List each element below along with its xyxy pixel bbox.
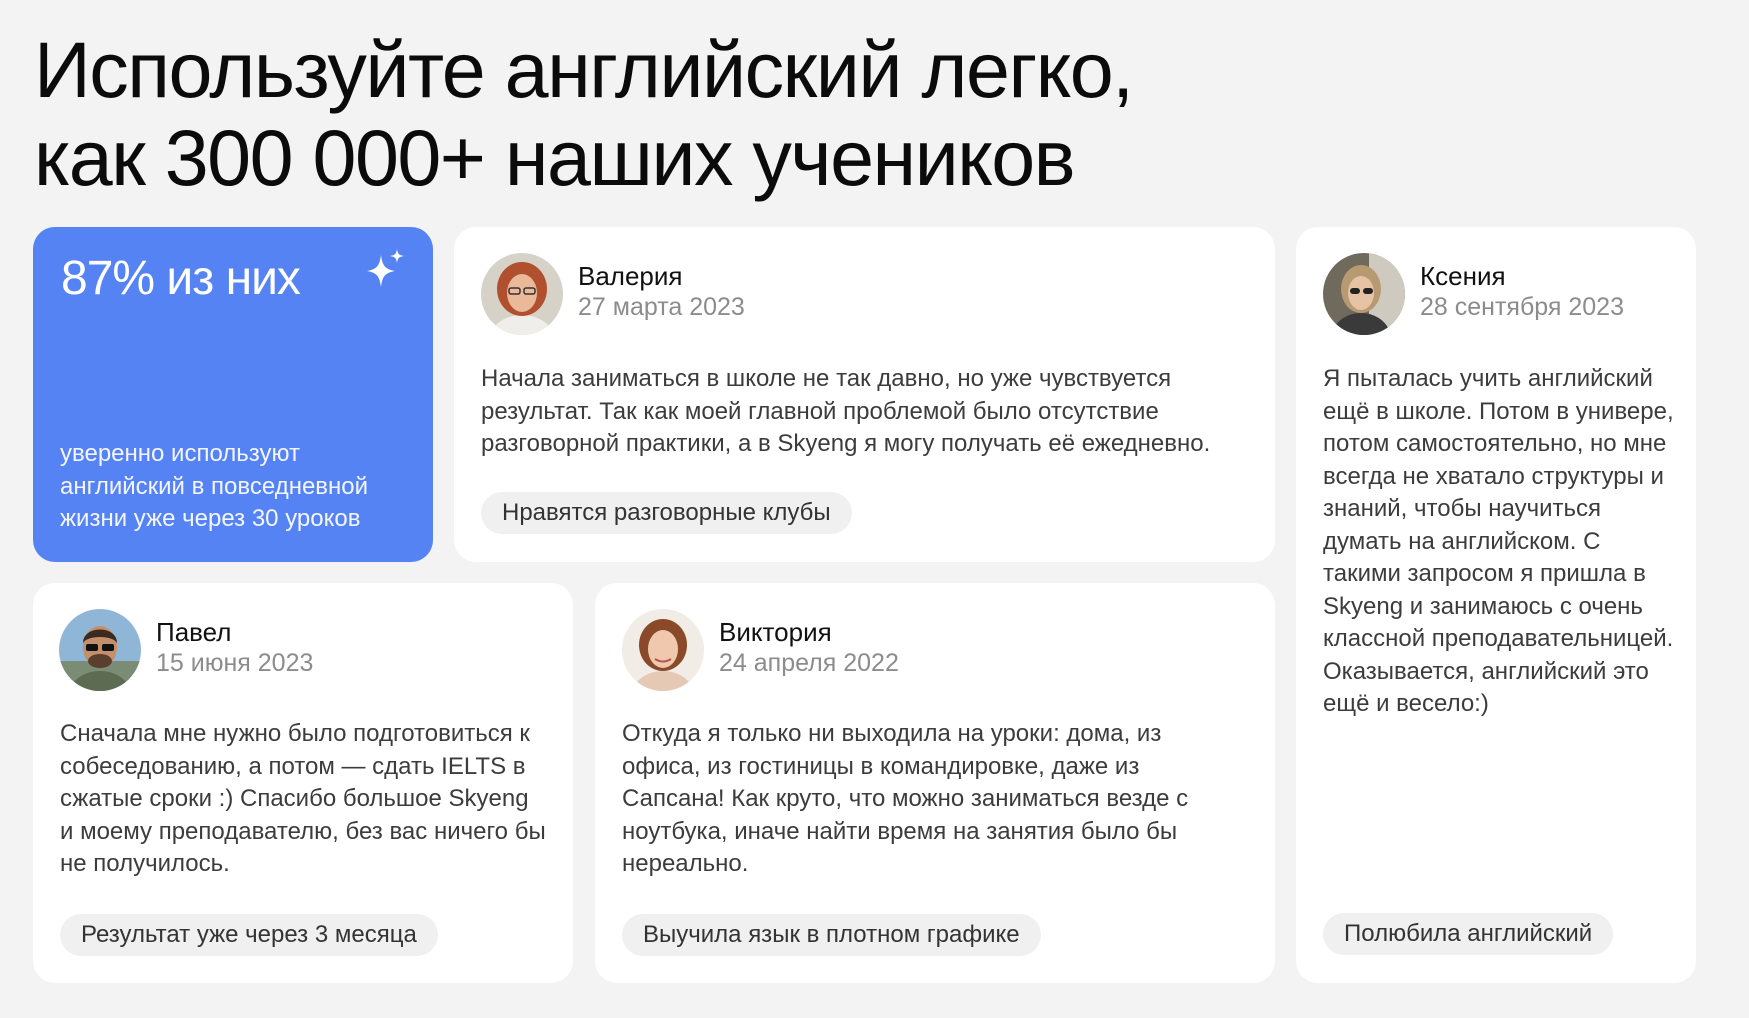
review-card-pavel: Павел 15 июня 2023 Сначала мне нужно был…: [33, 583, 573, 983]
review-text: Откуда я только ни выходила на уроки: до…: [622, 720, 1189, 877]
stat-headline: 87% из них: [61, 252, 301, 305]
review-tag: Нравятся разговорные клубы: [481, 492, 852, 534]
page-title: Используйте английский легко, как 300 00…: [34, 26, 1334, 202]
review-tag: Полюбила английский: [1323, 913, 1614, 955]
review-date: 24 апреля 2022: [719, 649, 899, 677]
review-date: 15 июня 2023: [156, 649, 314, 677]
review-text: Я пыталась учить английский ещё в школе.…: [1323, 365, 1674, 717]
review-card-valeria: Валерия 27 марта 2023 Начала заниматься …: [454, 227, 1275, 562]
review-text: Начала заниматься в школе не так давно, …: [481, 365, 1211, 457]
review-card-ksenia: Ксения 28 сентября 2023 Я пыталась учить…: [1296, 227, 1696, 983]
review-author: Виктория: [719, 617, 832, 647]
review-author: Валерия: [578, 261, 683, 291]
review-date: 27 марта 2023: [578, 293, 745, 321]
review-author: Павел: [156, 617, 232, 647]
avatar: [1323, 253, 1405, 335]
review-tag: Результат уже через 3 месяца: [60, 914, 438, 956]
review-author: Ксения: [1420, 261, 1506, 291]
stat-card: 87% из них уверенно используют английски…: [33, 227, 433, 562]
review-date: 28 сентября 2023: [1420, 293, 1624, 321]
page-title-line-1: Используйте английский легко,: [34, 25, 1134, 114]
avatar: [622, 609, 704, 691]
review-tag: Выучила язык в плотном графике: [622, 914, 1041, 956]
avatar: [481, 253, 563, 335]
review-text: Сначала мне нужно было подготовиться к с…: [60, 720, 546, 877]
page-title-line-2: как 300 000+ наших учеников: [34, 113, 1076, 202]
avatar: [59, 609, 141, 691]
stat-description: уверенно используют английский в повседн…: [60, 440, 369, 532]
sparkle-icon: [361, 247, 409, 295]
review-card-viktoria: Виктория 24 апреля 2022 Откуда я только …: [595, 583, 1275, 983]
